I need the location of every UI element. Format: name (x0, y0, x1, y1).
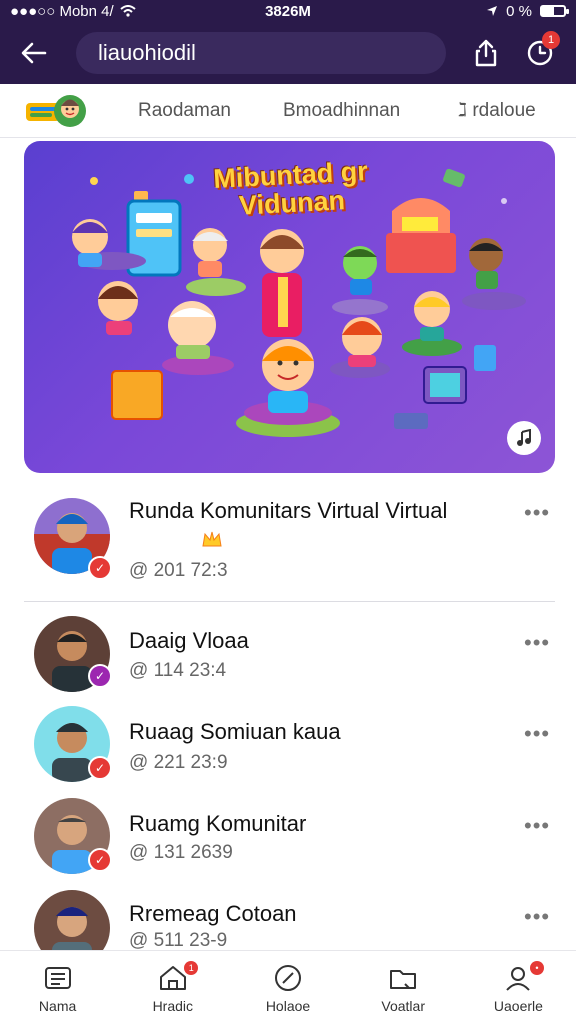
nav-item-4[interactable]: Voatlar (346, 951, 461, 1024)
list-item-title: Daaig Vloaa (129, 628, 249, 653)
nav-label: Holaoe (265, 997, 311, 1014)
more-options-button[interactable]: ••• (524, 500, 550, 526)
battery-level (542, 7, 555, 15)
crown-icon (202, 531, 222, 547)
app-logo[interactable] (24, 89, 88, 133)
app-bar: liauohiodil 1 (0, 22, 576, 84)
hero-banner[interactable]: Mibuntad gr Vidunan (24, 141, 555, 473)
list-item-meta: @ 221 23:9 (129, 752, 228, 773)
nav-item-2[interactable]: 1 Hradic (115, 951, 230, 1024)
status-time: 3826M (265, 2, 311, 20)
nav-label: Voatlar (381, 997, 425, 1014)
list-item-title: Ruaag Somiuan kaua (129, 719, 341, 744)
more-options-button[interactable]: ••• (524, 813, 550, 839)
nav-badge: 1 (184, 961, 199, 975)
share-button[interactable] (466, 33, 506, 73)
list-item-meta: @ 114 23:4 (129, 660, 227, 681)
music-button[interactable] (507, 421, 541, 455)
more-options-button[interactable]: ••• (524, 721, 550, 747)
search-input[interactable]: liauohiodil (76, 32, 446, 74)
list-item-meta: @ 131 2639 (129, 842, 233, 863)
avatar-badge: ✓ (88, 664, 112, 688)
folder-icon (390, 969, 417, 989)
nav-item-3[interactable]: Holaoe (230, 951, 345, 1024)
notification-badge: 1 (542, 31, 560, 49)
nav-label: Hradic (152, 997, 194, 1014)
arrow-left-icon (21, 42, 47, 64)
share-icon (475, 39, 497, 67)
nav-label: Nama (38, 997, 77, 1014)
status-bar: ●●●○○ Mobn 4/ 3826M 0 % (0, 0, 576, 22)
avatar-badge: ✓ (88, 848, 112, 872)
avatar-badge: ✓ (88, 556, 112, 580)
tab-1[interactable]: Raodaman (138, 100, 231, 122)
list-item-meta: @ 201 72:3 (129, 560, 228, 581)
more-options-button[interactable]: ••• (524, 630, 550, 656)
nav-badge: • (529, 961, 544, 975)
hero-title: Mibuntad gr Vidunan (213, 156, 370, 221)
bottom-nav: Nama 1 Hradic Holaoe Voatlar • Uaoerle (0, 950, 576, 1024)
music-note-icon (517, 429, 531, 446)
nav-item-5[interactable]: • Uaoerle (461, 951, 576, 1024)
battery-icon (540, 5, 569, 17)
tab-2[interactable]: Bmoadhinnan (283, 100, 400, 122)
compass-icon (275, 964, 301, 991)
nav-item-1[interactable]: Nama (0, 951, 115, 1024)
more-options-button[interactable]: ••• (524, 904, 550, 930)
nav-label: Uaoerle (493, 997, 543, 1014)
list-item-title: Runda Komunitars Virtual Virtual (129, 498, 448, 523)
list-item-title: Ruamg Komunitar (129, 811, 307, 836)
list-item-meta: @ 511 23-9 (129, 930, 228, 951)
search-text: liauohiodil (98, 40, 196, 65)
document-icon (44, 966, 71, 989)
list-divider (24, 601, 555, 602)
timer-button[interactable]: 1 (520, 31, 560, 73)
mascot-logo-icon (26, 94, 86, 127)
list-item-title: Rremeag Cotoan (129, 901, 297, 926)
category-tabs: Raodaman Bmoadhinnan ℷ rdaloue (0, 84, 576, 138)
avatar-badge: ✓ (88, 756, 112, 780)
tab-3[interactable]: ℷ rdaloue (458, 99, 536, 122)
back-button[interactable] (14, 33, 54, 73)
